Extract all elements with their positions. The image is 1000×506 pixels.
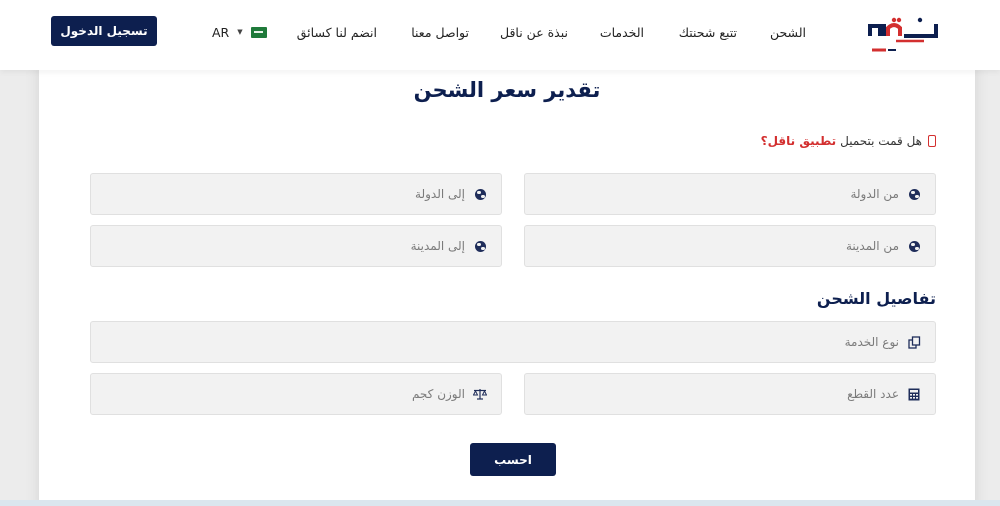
to-city-select[interactable]: إلى المدينة xyxy=(90,225,502,267)
from-country-select[interactable]: من الدولة xyxy=(524,173,936,215)
nav-link-join-driver[interactable]: انضم لنا كسائق xyxy=(297,25,377,40)
app-download-link[interactable]: تطبيق ناقل؟ xyxy=(761,134,837,148)
calculator-icon xyxy=(907,387,921,401)
app-download-prompt: هل قمت بتحميل تطبيق ناقل؟ xyxy=(761,134,936,148)
service-type-placeholder: نوع الخدمة xyxy=(844,335,899,349)
nav-link-contact[interactable]: تواصل معنا xyxy=(411,25,469,40)
globe-icon xyxy=(473,187,487,201)
page-footer-edge xyxy=(0,500,1000,506)
to-city-placeholder: إلى المدينة xyxy=(410,239,465,253)
naqel-logo[interactable] xyxy=(866,14,938,56)
nav-item-services[interactable]: الخدمات xyxy=(600,0,644,64)
app-prompt-text: هل قمت بتحميل xyxy=(840,134,922,148)
saudi-flag-icon xyxy=(250,26,267,38)
to-country-placeholder: إلى الدولة xyxy=(415,187,465,201)
login-button[interactable]: تسجيل الدخول xyxy=(51,16,157,46)
nav-item-about[interactable]: نبذة عن ناقل xyxy=(500,0,568,64)
pieces-input[interactable]: عدد القطع xyxy=(524,373,936,415)
from-country-placeholder: من الدولة xyxy=(850,187,899,201)
naqel-logo-graphic xyxy=(868,17,938,52)
weight-placeholder: الوزن كجم xyxy=(411,387,465,401)
globe-icon xyxy=(473,239,487,253)
language-label: AR xyxy=(212,24,230,40)
nav-item-join-driver[interactable]: انضم لنا كسائق xyxy=(297,0,377,64)
globe-icon xyxy=(907,187,921,201)
nav-link-about[interactable]: نبذة عن ناقل xyxy=(500,25,568,40)
to-country-select[interactable]: إلى الدولة xyxy=(90,173,502,215)
from-city-placeholder: من المدينة xyxy=(846,239,899,253)
nav-item-contact[interactable]: تواصل معنا xyxy=(411,0,469,64)
language-selector[interactable]: AR ▼ xyxy=(212,23,267,41)
pieces-placeholder: عدد القطع xyxy=(847,387,899,401)
nav-link-shipping[interactable]: الشحن xyxy=(770,25,806,40)
nav-link-services[interactable]: الخدمات xyxy=(600,25,644,40)
chevron-down-icon: ▼ xyxy=(237,28,243,36)
from-city-select[interactable]: من المدينة xyxy=(524,225,936,267)
service-type-select[interactable]: نوع الخدمة xyxy=(90,321,936,363)
copy-icon xyxy=(907,335,921,349)
top-navigation-bar: الشحن تتبع شحنتك الخدمات نبذة عن ناقل تو… xyxy=(0,0,1000,70)
globe-icon xyxy=(907,239,921,253)
calculate-button[interactable]: احسب xyxy=(470,443,556,476)
shipment-details-title: تفاصيل الشحن xyxy=(816,289,936,308)
nav-item-track[interactable]: تتبع شحنتك xyxy=(679,0,737,64)
phone-icon xyxy=(928,135,936,147)
weight-input[interactable]: الوزن كجم xyxy=(90,373,502,415)
nav-link-track[interactable]: تتبع شحنتك xyxy=(679,25,737,40)
estimate-card xyxy=(39,55,975,506)
scale-icon xyxy=(473,387,487,401)
nav-item-shipping[interactable]: الشحن xyxy=(770,0,806,64)
page-title: تقدير سعر الشحن xyxy=(413,78,601,102)
